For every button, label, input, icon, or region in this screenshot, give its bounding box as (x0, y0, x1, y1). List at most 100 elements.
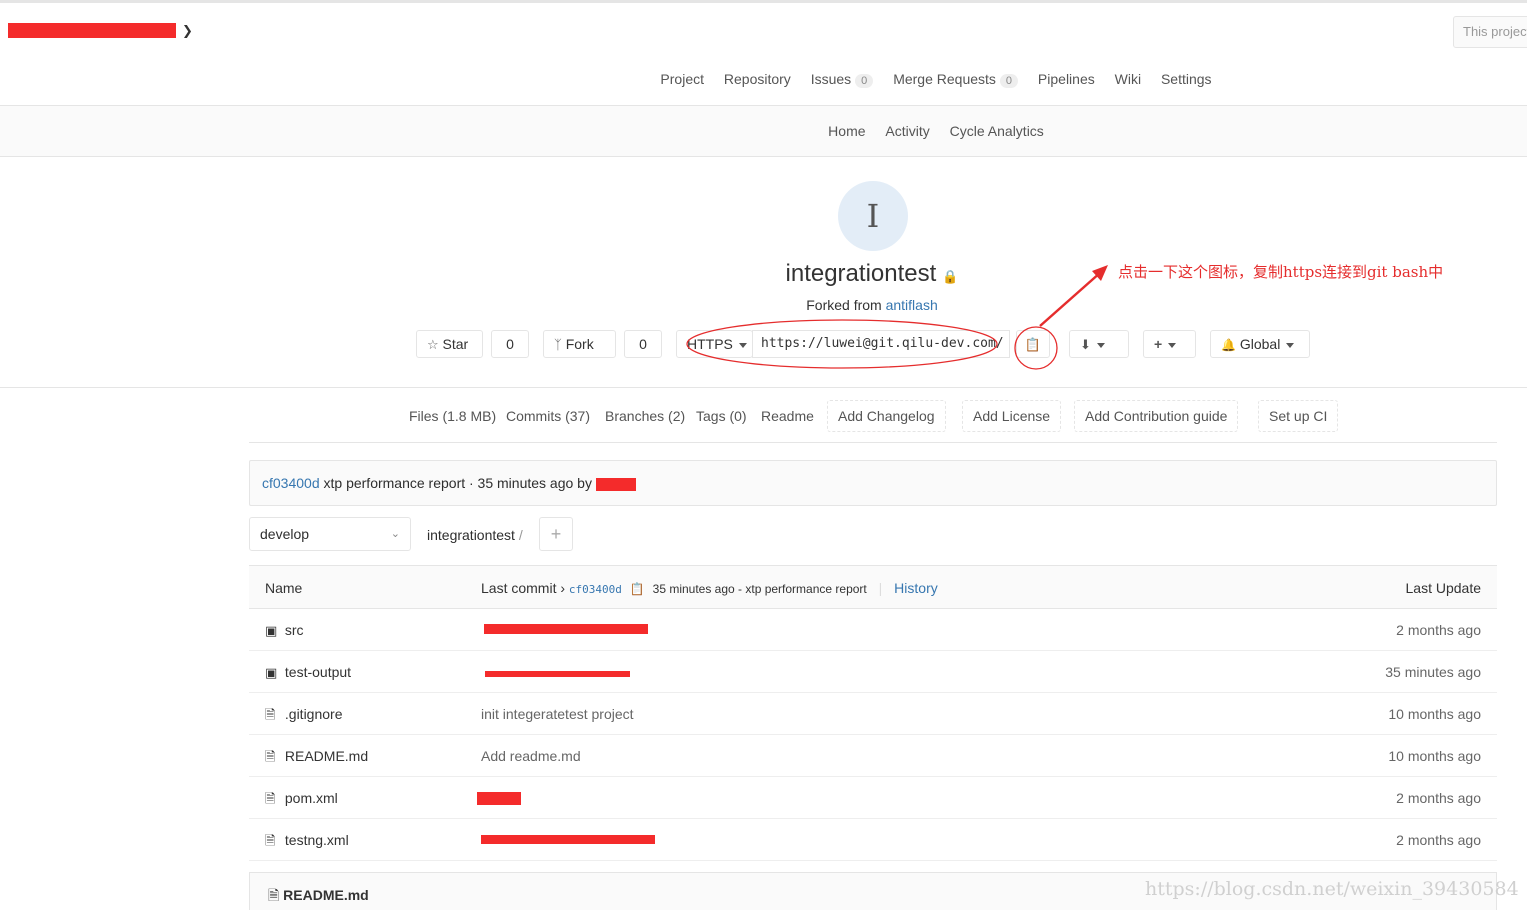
file-updated: 10 months ago (1388, 706, 1481, 722)
star-label: Star (442, 336, 469, 352)
table-row[interactable]: 🗎 .gitignore init integeratetest project… (249, 693, 1497, 735)
nav-pipelines[interactable]: Pipelines (1038, 71, 1095, 87)
download-icon: ⬇ (1080, 337, 1091, 352)
fork-count[interactable]: 0 (624, 330, 662, 358)
nav-project[interactable]: Project (660, 71, 704, 87)
chevron-down-icon (1096, 342, 1105, 348)
file-commit-message[interactable]: Add readme.md (481, 735, 581, 777)
file-name[interactable]: ▣ test-output (265, 651, 351, 694)
file-name[interactable]: 🗎 pom.xml (265, 777, 338, 820)
chevron-down-icon[interactable]: ❯ (182, 23, 193, 39)
notification-dropdown[interactable]: 🔔 Global (1210, 330, 1310, 358)
file-updated: 2 months ago (1396, 622, 1481, 638)
project-title-text: integrationtest (785, 260, 937, 287)
file-updated: 2 months ago (1396, 832, 1481, 848)
project-avatar: I (838, 181, 908, 251)
folder-icon: ▣ (265, 623, 278, 638)
redacted-commit-message (485, 671, 630, 677)
folder-icon: ▣ (265, 665, 278, 680)
subnav-activity[interactable]: Activity (885, 123, 929, 139)
subnav-home[interactable]: Home (828, 123, 865, 139)
add-changelog-button[interactable]: Add Changelog (827, 400, 946, 432)
protocol-dropdown[interactable]: HTTPS (676, 330, 753, 358)
divider (249, 442, 1497, 443)
add-contribution-button[interactable]: Add Contribution guide (1074, 400, 1239, 432)
file-name-text: src (284, 622, 304, 638)
file-name[interactable]: 🗎 README.md (265, 735, 368, 778)
header-commit-sha[interactable]: cf03400d (569, 583, 622, 596)
star-icon: ☆ (427, 337, 439, 352)
project-stats: Files (1.8 MB) Commits (37) Branches (2)… (0, 400, 1527, 432)
table-row[interactable]: 🗎 testng.xml 2 months ago (249, 819, 1497, 861)
file-name-text: test-output (284, 664, 352, 680)
star-count[interactable]: 0 (491, 330, 529, 358)
readme-title[interactable]: README.md (283, 887, 369, 903)
history-link[interactable]: History (894, 580, 938, 596)
table-row[interactable]: 🗎 pom.xml 2 months ago (249, 777, 1497, 819)
stat-readme[interactable]: Readme (761, 408, 814, 424)
file-tree: Name Last commit › cf03400d 📋 35 minutes… (249, 565, 1497, 861)
bell-icon: 🔔 (1221, 338, 1236, 352)
file-updated: 35 minutes ago (1385, 664, 1481, 680)
nav-repository[interactable]: Repository (724, 71, 791, 87)
file-name[interactable]: ▣ src (265, 609, 304, 652)
stat-files[interactable]: Files (1.8 MB) (409, 408, 496, 424)
watermark: https://blog.csdn.net/weixin_39430584 (1145, 878, 1519, 900)
file-name[interactable]: 🗎 .gitignore (265, 693, 342, 736)
table-row[interactable]: ▣ test-output 35 minutes ago (249, 651, 1497, 693)
add-file-button[interactable]: + (539, 517, 573, 551)
branch-name: develop (260, 526, 310, 542)
nav-wiki[interactable]: Wiki (1115, 71, 1141, 87)
file-name[interactable]: 🗎 testng.xml (265, 819, 349, 862)
table-row[interactable]: ▣ src 2 months ago (249, 609, 1497, 651)
nav-issues-label: Issues (810, 71, 852, 87)
plus-icon: + (550, 524, 562, 544)
clone-url-input[interactable]: https://luwei@git.qilu-dev.com/ (752, 330, 1010, 358)
sub-nav: Home Activity Cycle Analytics (0, 106, 1527, 157)
header-name: Name (265, 580, 303, 596)
add-button[interactable]: + (1143, 330, 1196, 358)
header-last-commit: Last commit › cf03400d 📋 35 minutes ago … (481, 566, 938, 612)
nav-settings[interactable]: Settings (1161, 71, 1212, 87)
nav-issues[interactable]: Issues 0 (811, 71, 874, 88)
project-nav: Project Repository Issues 0 Merge Request… (0, 71, 1527, 88)
setup-ci-button[interactable]: Set up CI (1258, 400, 1339, 432)
table-row[interactable]: 🗎 README.md Add readme.md 10 months ago (249, 735, 1497, 777)
annotation-text: 点击一下这个图标，复制https连接到git bash中 (1118, 263, 1444, 281)
stat-tags[interactable]: Tags (0) (696, 408, 747, 424)
nav-merge-requests[interactable]: Merge Requests 0 (893, 71, 1019, 88)
commit-message: xtp performance report · 35 minutes ago … (323, 475, 592, 491)
chevron-down-icon (1168, 342, 1177, 348)
add-license-button[interactable]: Add License (962, 400, 1062, 432)
stat-branches[interactable]: Branches (2) (605, 408, 685, 424)
protocol-label: HTTPS (687, 336, 733, 352)
header-divider: | (878, 580, 883, 596)
file-icon: 🗎 (265, 791, 276, 806)
breadcrumb: integrationtest / (427, 527, 523, 543)
subnav-cycle-analytics[interactable]: Cycle Analytics (950, 123, 1044, 139)
file-name-text: testng.xml (284, 832, 349, 848)
file-commit-message[interactable]: init integeratetest project (481, 693, 634, 735)
file-tree-header: Name Last commit › cf03400d 📋 35 minutes… (249, 565, 1497, 609)
breadcrumb-project[interactable]: integrationtest (427, 527, 515, 543)
top-bar: ❯ This project Project Repository Issues… (0, 0, 1527, 106)
clipboard-icon[interactable]: 📋 (630, 582, 645, 596)
download-button[interactable]: ⬇ (1069, 330, 1129, 358)
fork-button[interactable]: ᛉ Fork (543, 330, 616, 358)
commit-sha-link[interactable]: cf03400d (262, 475, 320, 491)
search-input[interactable]: This project (1453, 16, 1527, 48)
copy-url-button[interactable]: 📋 (1016, 330, 1050, 358)
chevron-down-icon: ⌄ (390, 528, 400, 540)
lock-icon: 🔒 (942, 269, 959, 284)
stat-commits[interactable]: Commits (37) (506, 408, 590, 424)
branch-select[interactable]: develop ⌄ (249, 517, 411, 551)
star-button[interactable]: ☆ Star (416, 330, 483, 358)
redacted-commit-message (484, 624, 648, 634)
last-commit-bar: cf03400d xtp performance report · 35 min… (249, 460, 1497, 506)
forked-source-link[interactable]: antiflash (886, 297, 938, 313)
file-icon: 🗎 (268, 887, 280, 903)
clipboard-icon: 📋 (1024, 337, 1042, 352)
file-updated: 2 months ago (1396, 790, 1481, 806)
header-last-commit-label: Last commit (481, 580, 557, 596)
file-name-text: README.md (284, 748, 369, 764)
